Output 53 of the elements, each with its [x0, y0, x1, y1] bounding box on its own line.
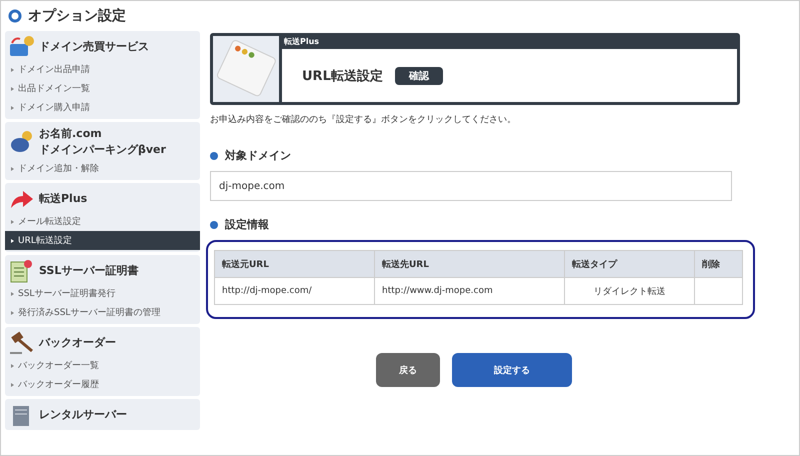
- domain-field: dj-mope.com: [210, 171, 732, 201]
- gavel-icon: [9, 331, 35, 355]
- column-header: 転送先URL: [374, 250, 564, 278]
- section-title: お名前.com: [39, 126, 103, 142]
- column-header: 転送タイプ: [564, 250, 694, 278]
- section-title: SSLサーバー証明書: [39, 263, 138, 279]
- bullet-icon: [210, 152, 218, 160]
- domain-icon: [9, 35, 35, 59]
- column-header: 削除: [694, 250, 742, 278]
- sidebar-item[interactable]: 出品ドメイン一覧: [5, 79, 200, 98]
- section-title: レンタルサーバー: [39, 407, 127, 423]
- sidebar-item[interactable]: ドメイン追加・解除: [5, 159, 200, 178]
- arrow-icon: [9, 188, 35, 210]
- sidebar-item[interactable]: メール転送設定: [5, 212, 200, 231]
- bullet-icon: [11, 106, 14, 110]
- section-title: ドメインパーキングβver: [39, 142, 166, 158]
- wallet-icon: [9, 130, 35, 154]
- bullet-icon: [11, 166, 14, 170]
- sidebar-item[interactable]: SSLサーバー証明書発行: [5, 284, 200, 303]
- bullet-icon: [11, 220, 14, 224]
- table-cell: http://www.dj-mope.com: [374, 278, 564, 304]
- section-heading: 対象ドメイン: [225, 148, 291, 163]
- table-cell: http://dj-mope.com/: [214, 278, 374, 304]
- certificate-icon: [9, 259, 35, 283]
- column-header: 転送元URL: [214, 250, 374, 278]
- section-title: ドメイン売買サービス: [39, 39, 149, 55]
- bullet-icon: [11, 310, 14, 314]
- section-heading: 設定情報: [225, 217, 269, 232]
- bullet-icon: [11, 382, 14, 386]
- sidebar-item[interactable]: URL転送設定: [5, 231, 200, 250]
- sidebar-item[interactable]: ドメイン購入申請: [5, 98, 200, 117]
- back-button[interactable]: 戻る: [376, 353, 440, 387]
- section-title: バックオーダー: [39, 335, 116, 351]
- bullet-icon: [11, 364, 14, 368]
- header-tab-label: 転送Plus: [282, 36, 737, 49]
- submit-button[interactable]: 設定する: [452, 353, 572, 387]
- bullet-icon: [11, 86, 14, 90]
- sidebar-item[interactable]: バックオーダー履歴: [5, 375, 200, 394]
- sidebar-item[interactable]: 発行済みSSLサーバー証明書の管理: [5, 303, 200, 322]
- page-title: オプション設定: [28, 7, 126, 25]
- table-cell: [694, 278, 742, 304]
- status-badge: 確認: [394, 66, 443, 84]
- bullet-icon: [11, 238, 14, 242]
- ring-icon: [8, 9, 22, 23]
- bullet-icon: [11, 292, 14, 296]
- instruction-text: お申込み内容をご確認ののち『設定する』ボタンをクリックしてください。: [210, 114, 517, 126]
- section-title: 転送Plus: [39, 191, 88, 207]
- header-title: URL転送設定: [302, 68, 383, 84]
- table-cell: リダイレクト転送: [564, 278, 694, 304]
- sidebar-item[interactable]: バックオーダー一覧: [5, 356, 200, 375]
- bullet-icon: [11, 68, 14, 72]
- bullet-icon: [210, 220, 218, 228]
- sidebar-item[interactable]: ドメイン出品申請: [5, 60, 200, 79]
